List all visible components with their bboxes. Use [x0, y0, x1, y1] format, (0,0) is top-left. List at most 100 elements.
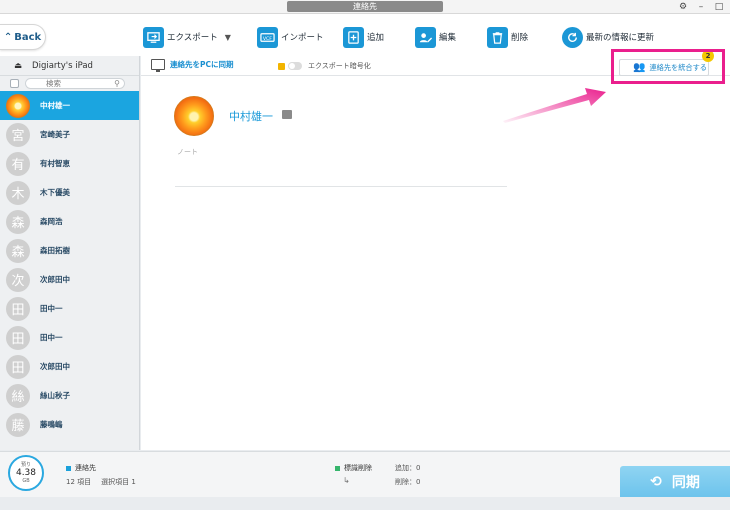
edit-label: 編集: [439, 33, 457, 43]
sync-button[interactable]: ⟲ 同期: [620, 466, 730, 498]
contact-name-label: 中村雄一: [40, 101, 70, 110]
note-field[interactable]: ノート: [177, 147, 198, 157]
search-icon: ⚲: [114, 79, 120, 88]
chevron-down-icon[interactable]: ▼: [225, 33, 231, 42]
contact-name-label: 田中一: [40, 304, 63, 313]
add-label: 追加: [367, 33, 385, 43]
eject-icon[interactable]: ⏏: [14, 61, 22, 71]
import-label: インポート: [281, 33, 324, 43]
mark-delete-swatch: [335, 465, 340, 471]
item-count: 12 項目: [66, 478, 92, 486]
sync-to-pc-label: 連絡先をPCに同期: [170, 60, 234, 69]
contact-list-item[interactable]: 木 木下優美: [0, 178, 139, 207]
minimize-button[interactable]: –: [694, 2, 708, 12]
lock-icon: [278, 62, 285, 70]
add-button[interactable]: 追加: [343, 24, 384, 50]
avatar: 木: [6, 180, 30, 205]
window-frame: [0, 497, 730, 510]
contact-detail-panel: 連絡先をPCに同期 エクスポート暗号化 👥 連絡先を統合する 2 中村雄一 ノー…: [141, 49, 730, 450]
storage-value: 4.38: [15, 468, 37, 478]
monitor-icon: [151, 59, 165, 72]
avatar: 田: [6, 296, 30, 321]
contact-list-item[interactable]: 中村雄一: [0, 91, 139, 120]
detail-toolbar: 連絡先をPCに同期 エクスポート暗号化 👥 連絡先を統合する 2: [141, 49, 730, 123]
storage-gauge: 預り 4.38 GB: [8, 455, 44, 491]
back-chevron-icon: ⌃: [3, 31, 13, 43]
contact-name-label: 田中一: [40, 333, 63, 342]
contact-list-item[interactable]: 田 田中一: [0, 294, 139, 323]
contact-name: 中村雄一: [229, 110, 273, 123]
export-encryption-toggle[interactable]: エクスポート暗号化: [278, 61, 371, 71]
avatar: 森: [6, 238, 30, 263]
export-button[interactable]: エクスポート ▼: [143, 24, 231, 50]
export-icon: [143, 26, 164, 48]
contact-list-item[interactable]: 森 森田拓樹: [0, 236, 139, 265]
avatar: 宮: [6, 122, 30, 147]
item-counts: 12 項目 選択項目 1: [66, 477, 136, 487]
edit-button[interactable]: 編集: [415, 24, 456, 50]
avatar: 田: [6, 354, 30, 379]
contact-list-item[interactable]: 宮 宮崎美子: [0, 120, 139, 149]
contact-list-item[interactable]: 有 有村智恵: [0, 149, 139, 178]
search-input[interactable]: 検索 ⚲: [25, 78, 125, 89]
select-all-checkbox[interactable]: [10, 79, 19, 88]
import-button[interactable]: VCF インポート: [257, 24, 324, 50]
maximize-button[interactable]: □: [712, 2, 726, 12]
mark-delete-indicator: 標識削除: [335, 463, 372, 473]
add-count: 追加：0: [395, 464, 421, 472]
contact-name-label: 藤鳴嶋: [40, 420, 63, 429]
trash-icon: [487, 26, 508, 48]
category-color-swatch: [66, 465, 71, 471]
export-label: エクスポート: [167, 33, 218, 43]
sync-icon: ⟲: [650, 474, 662, 490]
highlight-box: [611, 49, 725, 84]
vcf-import-icon: VCF: [257, 26, 278, 48]
avatar: 田: [6, 325, 30, 350]
device-row[interactable]: ⏏ Digiarty's iPad: [0, 56, 139, 76]
title-bar: 連絡先 ⚙ – □: [0, 0, 730, 14]
contact-list-item[interactable]: 次 次郎田中: [0, 265, 139, 294]
note-divider: [175, 186, 507, 187]
contact-list: 中村雄一宮宮崎美子有有村智恵木木下優美森森岡浩森森田拓樹次次郎田中田田中一田田中…: [0, 91, 139, 439]
contact-name-label: 木下優美: [40, 188, 70, 197]
contact-list-item[interactable]: 田 次郎田中: [0, 352, 139, 381]
settings-icon[interactable]: ⚙: [676, 2, 690, 12]
contact-name-label: 絲山秋子: [40, 391, 70, 400]
sync-label: 同期: [671, 475, 700, 491]
avatar: 有: [6, 151, 30, 176]
contact-photo: [174, 96, 214, 136]
encryption-label: エクスポート暗号化: [308, 62, 371, 70]
delete-button[interactable]: 削除: [487, 24, 528, 50]
svg-text:VCF: VCF: [263, 35, 272, 41]
search-placeholder: 検索: [46, 79, 61, 88]
selected-count: 選択項目 1: [101, 478, 136, 486]
add-contact-icon: [343, 26, 364, 48]
avatar: 絲: [6, 383, 30, 408]
pointer-arrow-icon: [503, 88, 606, 123]
print-icon[interactable]: [282, 110, 292, 119]
refresh-button[interactable]: 最新の情報に更新: [562, 24, 654, 50]
storage-label: 預り: [20, 462, 31, 468]
back-button[interactable]: ⌃ Back: [0, 24, 46, 50]
sync-to-pc-button[interactable]: 連絡先をPCに同期: [151, 59, 234, 72]
avatar: 次: [6, 267, 30, 292]
contact-list-item[interactable]: 田 田中一: [0, 323, 139, 352]
branch-arrow-icon: ↳: [343, 476, 350, 485]
contact-list-item[interactable]: 絲 絲山秋子: [0, 381, 139, 410]
contact-list-item[interactable]: 森 森岡浩: [0, 207, 139, 236]
window-title: 連絡先: [287, 1, 443, 12]
edit-contact-icon: [415, 26, 436, 48]
refresh-icon: [562, 26, 583, 48]
contact-name-label: 次郎田中: [40, 362, 70, 371]
category-label: 連絡先: [75, 464, 96, 472]
mark-delete-label: 標識削除: [344, 464, 372, 472]
search-row: 検索 ⚲: [0, 76, 139, 91]
contact-name-label: 有村智恵: [40, 159, 70, 168]
contact-list-item[interactable]: 藤 藤鳴嶋: [0, 410, 139, 439]
avatar: [6, 93, 30, 118]
toggle-switch[interactable]: [288, 62, 302, 70]
back-label: Back: [14, 31, 42, 43]
contact-name-label: 宮崎美子: [40, 130, 70, 139]
device-name: Digiarty's iPad: [32, 60, 93, 71]
delete-label: 削除: [511, 33, 529, 43]
